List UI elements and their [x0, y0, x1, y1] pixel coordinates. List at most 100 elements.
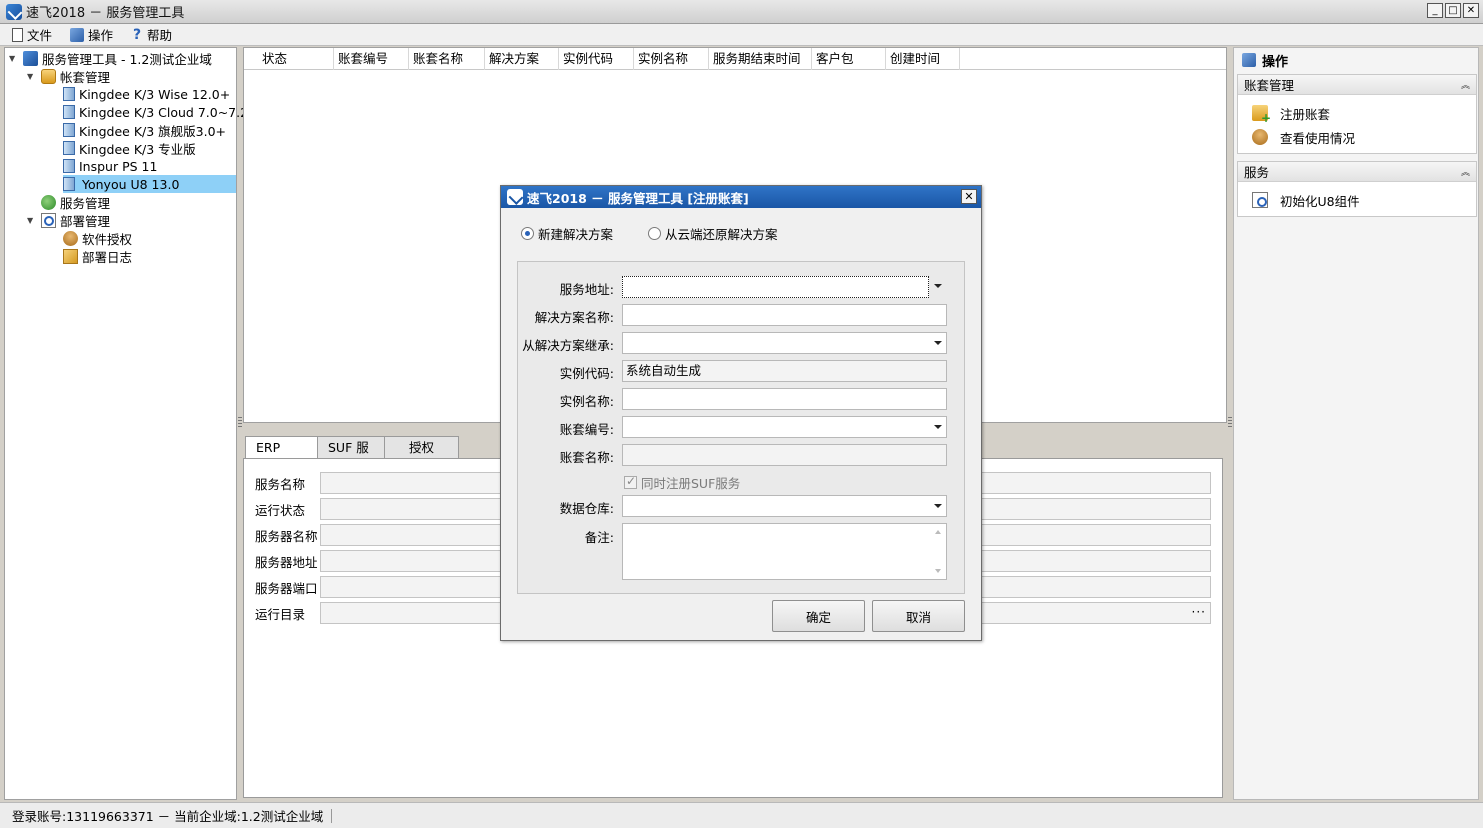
- tree-item-account-set[interactable]: Inspur PS 11: [63, 157, 157, 175]
- scroll-down-icon[interactable]: [935, 569, 941, 573]
- tree-item-account-set[interactable]: Kingdee K/3 旗舰版3.0+: [63, 121, 226, 139]
- action-label: 初始化U8组件: [1280, 193, 1360, 209]
- radio-unselected-icon[interactable]: [648, 227, 661, 240]
- tree-item-software-license[interactable]: 软件授权: [63, 229, 132, 247]
- menu-operations[interactable]: 操作: [70, 25, 113, 44]
- column-header[interactable]: 服务期结束时间: [709, 48, 812, 70]
- scroll-up-icon[interactable]: [935, 530, 941, 534]
- view-usage-action[interactable]: 查看使用情况: [1238, 125, 1476, 149]
- splitter-grip[interactable]: [238, 417, 242, 429]
- dropdown-arrow-icon[interactable]: [934, 504, 942, 508]
- tree-item-account-set[interactable]: Kingdee K/3 Cloud 7.0~7.2: [63, 103, 248, 121]
- field-row-run-status: 运行状态: [255, 498, 319, 520]
- account-set-icon: [63, 141, 75, 155]
- tree-item-account-set-selected[interactable]: Yonyou U8 13.0: [63, 175, 236, 193]
- tree-item-account-set[interactable]: Kingdee K/3 专业版: [63, 139, 196, 157]
- tree-root[interactable]: ▼ 服务管理工具 - 1.2测试企业域: [9, 49, 212, 67]
- operations-panel: 操作 账套管理 ︽ 注册账套 查看使用情况 服务 ︽ 初始化U8组件: [1233, 47, 1479, 800]
- minimize-button[interactable]: _: [1427, 3, 1443, 18]
- tree-label: 部署管理: [60, 213, 111, 229]
- solution-name-input[interactable]: [622, 304, 947, 326]
- navigation-tree: ▼ 服务管理工具 - 1.2测试企业域 ▼ 帐套管理 Kingdee K/3 W…: [4, 47, 248, 800]
- account-set-icon: [63, 123, 75, 137]
- tree-label: Kingdee K/3 Cloud 7.0~7.2: [79, 104, 249, 120]
- log-icon: [63, 248, 78, 264]
- radio-selected-icon[interactable]: [521, 227, 534, 240]
- collapse-arrow-icon[interactable]: ▼: [9, 54, 19, 63]
- suf-register-checkbox: 同时注册SUF服务: [624, 473, 740, 492]
- row-server-address: 服务地址:: [518, 276, 966, 298]
- grid-header: 状态 账套编号 账套名称 解决方案 实例代码 实例名称 服务期结束时间 客户包 …: [244, 48, 1226, 70]
- field-label: 服务器名称: [255, 528, 318, 544]
- column-header[interactable]: 解决方案: [485, 48, 559, 70]
- dialog-close-button[interactable]: ✕: [961, 189, 977, 204]
- instance-name-input[interactable]: [622, 388, 947, 410]
- field-row-run-directory: 运行目录: [255, 602, 319, 624]
- field-row-server-name: 服务器名称: [255, 524, 319, 546]
- tree-item-service-management[interactable]: 服务管理: [41, 193, 110, 211]
- close-icon: ✕: [964, 190, 974, 203]
- warehouse-select[interactable]: [622, 495, 947, 517]
- action-label: 注册账套: [1280, 106, 1331, 122]
- field-label: 服务地址:: [559, 282, 614, 297]
- tree-item-deploy-management[interactable]: ▼ 部署管理: [27, 211, 110, 229]
- close-button[interactable]: ✕: [1463, 3, 1479, 18]
- group-account-management: 账套管理 ︽ 注册账套 查看使用情况: [1237, 74, 1477, 154]
- instance-code-field: 系统自动生成: [622, 360, 947, 382]
- dropdown-arrow-icon[interactable]: [934, 425, 942, 429]
- column-header[interactable]: 实例代码: [559, 48, 634, 70]
- user-license-icon: [63, 230, 78, 246]
- maximize-button[interactable]: □: [1445, 3, 1461, 18]
- dropdown-arrow-icon[interactable]: [934, 284, 942, 288]
- tree-item-account-set[interactable]: Kingdee K/3 Wise 12.0+: [63, 85, 230, 103]
- tree-item-deploy-log[interactable]: 部署日志: [63, 247, 132, 265]
- menu-file[interactable]: 文件: [12, 25, 52, 44]
- server-address-combo[interactable]: [622, 276, 929, 298]
- tree-label: 部署日志: [82, 249, 133, 265]
- collapse-chevron-icon[interactable]: ︽: [1461, 78, 1470, 91]
- inherit-from-select[interactable]: [622, 332, 947, 354]
- menu-help[interactable]: ? 帮助: [131, 25, 172, 44]
- status-separator: [331, 808, 333, 823]
- column-header[interactable]: 账套名称: [409, 48, 485, 70]
- account-set-icon: [63, 87, 75, 101]
- column-header[interactable]: 账套编号: [334, 48, 409, 70]
- remark-textarea[interactable]: [622, 523, 947, 580]
- row-instance-code: 实例代码: 系统自动生成: [518, 360, 966, 382]
- radio-new-solution[interactable]: 新建解决方案: [521, 224, 613, 243]
- register-account-action[interactable]: 注册账套: [1238, 101, 1476, 125]
- collapse-chevron-icon[interactable]: ︽: [1461, 165, 1470, 178]
- app-logo-icon: [507, 189, 523, 205]
- column-header[interactable]: 状态: [258, 48, 334, 70]
- collapse-arrow-icon[interactable]: ▼: [27, 72, 37, 81]
- operations-icon: [70, 27, 85, 42]
- operations-icon: [1242, 53, 1256, 67]
- radio-label: 新建解决方案: [538, 227, 614, 242]
- collapse-arrow-icon[interactable]: ▼: [27, 216, 37, 225]
- tree-label: 服务管理: [60, 195, 111, 211]
- tab-license[interactable]: 授权: [384, 436, 459, 459]
- field-label: 账套名称:: [559, 450, 614, 465]
- confirm-button[interactable]: 确定: [772, 600, 865, 632]
- splitter-grip[interactable]: [1228, 417, 1232, 429]
- group-header[interactable]: 账套管理 ︽: [1238, 75, 1476, 95]
- column-header[interactable]: 客户包: [812, 48, 886, 70]
- column-header[interactable]: 实例名称: [634, 48, 709, 70]
- group-header[interactable]: 服务 ︽: [1238, 162, 1476, 182]
- cancel-button[interactable]: 取消: [872, 600, 965, 632]
- column-header[interactable]: 创建时间: [886, 48, 960, 70]
- tab-erp-tube[interactable]: ERP Tube: [245, 436, 318, 477]
- init-u8-action[interactable]: 初始化U8组件: [1238, 188, 1476, 212]
- tree-item-account-management[interactable]: ▼ 帐套管理: [27, 67, 110, 85]
- dropdown-arrow-icon[interactable]: [934, 341, 942, 345]
- field-row-server-address: 服务器地址: [255, 550, 319, 572]
- browse-ellipsis-button[interactable]: ···: [1192, 603, 1206, 621]
- radio-restore-solution[interactable]: 从云端还原解决方案: [648, 224, 778, 243]
- field-label: 运行目录: [255, 606, 306, 622]
- field-label: 实例代码:: [559, 366, 614, 381]
- register-account-icon: [1252, 105, 1271, 125]
- database-icon: [41, 68, 56, 84]
- help-icon: ?: [132, 26, 142, 43]
- account-no-select[interactable]: [622, 416, 947, 438]
- tab-suf-service[interactable]: SUF 服务: [317, 436, 385, 477]
